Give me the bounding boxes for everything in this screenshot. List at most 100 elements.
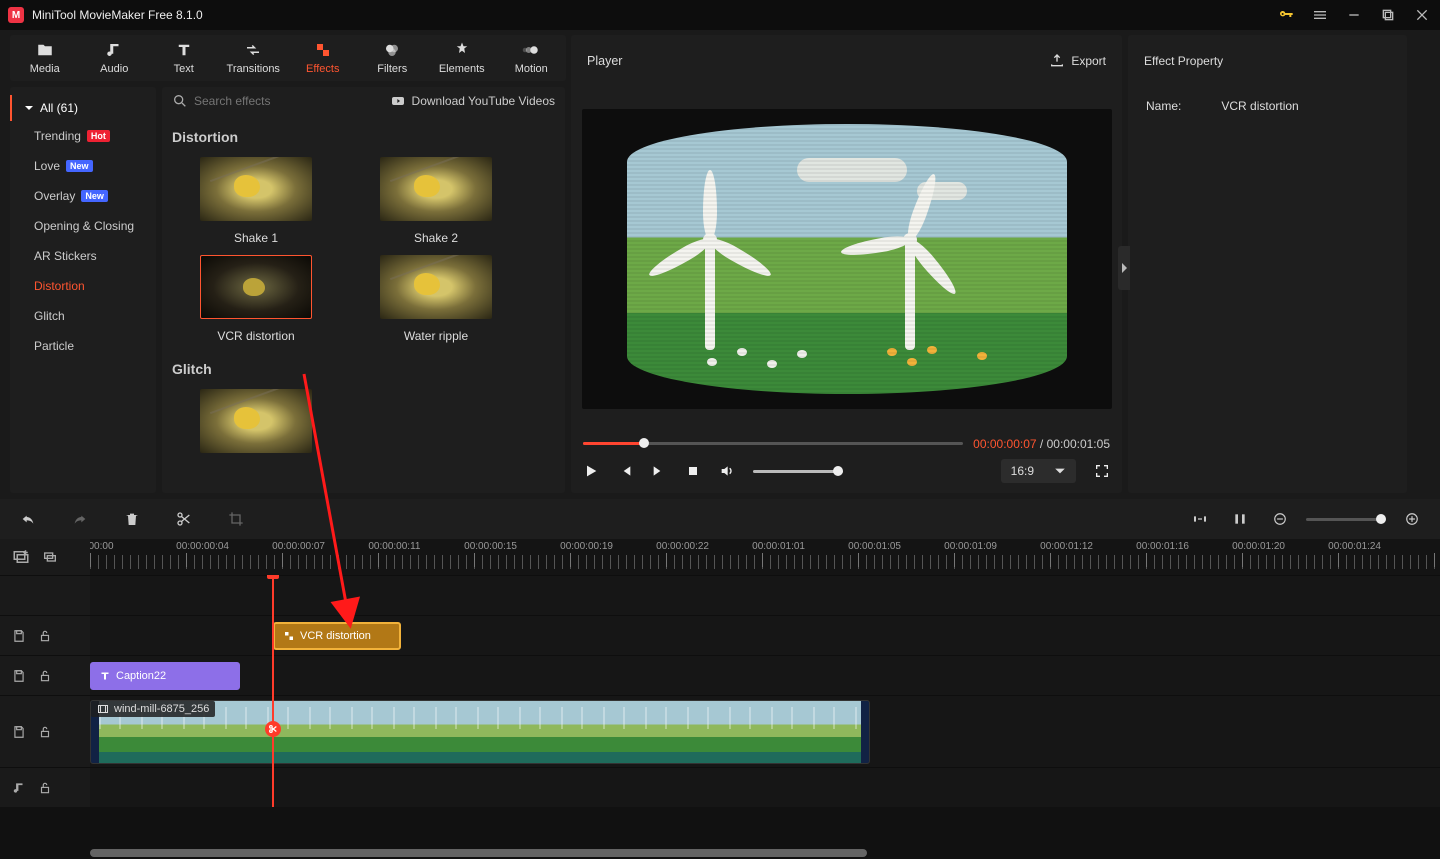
badge-new: New <box>66 160 93 172</box>
tab-motion[interactable]: Motion <box>497 41 567 75</box>
effect-thumb <box>200 255 312 319</box>
sidebar-all[interactable]: All (61) <box>10 95 156 121</box>
chevron-down-icon <box>1054 465 1066 477</box>
redo-button[interactable] <box>66 511 94 527</box>
save-icon[interactable] <box>12 669 26 683</box>
search-effects[interactable] <box>172 93 324 109</box>
video-clip-icon <box>97 703 109 715</box>
save-icon[interactable] <box>12 725 26 739</box>
effect-glitch-1[interactable] <box>196 389 316 453</box>
maximize-icon[interactable] <box>1378 7 1398 23</box>
playhead[interactable] <box>272 575 274 807</box>
sidebar-item-ar-stickers[interactable]: AR Stickers <box>10 241 156 271</box>
play-button[interactable] <box>583 463 599 479</box>
effect-shake-1[interactable]: Shake 1 <box>196 157 316 245</box>
tab-audio[interactable]: Audio <box>80 41 150 75</box>
app-title: MiniTool MovieMaker Free 8.1.0 <box>32 8 203 22</box>
tracks-body[interactable]: VCR distortion Caption22 wind-mill-6875_… <box>90 575 1440 807</box>
lock-icon[interactable] <box>38 669 52 683</box>
split-button[interactable] <box>170 511 198 527</box>
tab-text[interactable]: Text <box>149 41 219 75</box>
sidebar-item-glitch[interactable]: Glitch <box>10 301 156 331</box>
sidebar-item-trending[interactable]: Trending Hot <box>10 121 156 151</box>
progress-thumb[interactable] <box>639 438 649 448</box>
lock-icon[interactable] <box>38 725 52 739</box>
add-track-icon[interactable] <box>12 548 30 566</box>
tab-media[interactable]: Media <box>10 41 80 75</box>
undo-button[interactable] <box>14 511 42 527</box>
caption-track-head <box>0 655 90 695</box>
caption-track: Caption22 <box>90 655 1440 695</box>
text-icon <box>175 41 193 59</box>
export-button[interactable]: Export <box>1049 53 1106 69</box>
prev-frame-button[interactable] <box>617 463 633 479</box>
ruler-label: 00:00:01:01 <box>752 541 805 552</box>
effect-track-head <box>0 615 90 655</box>
youtube-icon <box>390 93 406 109</box>
sidebar-item-opening-closing[interactable]: Opening & Closing <box>10 211 156 241</box>
music-icon <box>105 41 123 59</box>
music-icon[interactable] <box>12 781 26 795</box>
folder-icon <box>36 41 54 59</box>
section-distortion: Distortion <box>172 121 555 157</box>
time-current: 00:00:00:07 <box>973 437 1036 451</box>
ruler-label: 00:00:00:22 <box>656 541 709 552</box>
next-frame-button[interactable] <box>651 463 667 479</box>
app-icon: M <box>8 7 24 23</box>
sidebar-item-distortion[interactable]: Distortion <box>10 271 156 301</box>
effect-thumb <box>200 157 312 221</box>
volume-slider[interactable] <box>753 470 843 473</box>
effect-clip[interactable]: VCR distortion <box>273 622 401 650</box>
download-youtube-link[interactable]: Download YouTube Videos <box>390 93 555 109</box>
caption-clip[interactable]: Caption22 <box>90 662 240 690</box>
sidebar-item-particle[interactable]: Particle <box>10 331 156 361</box>
badge-hot: Hot <box>87 130 110 142</box>
tab-filters[interactable]: Filters <box>358 41 428 75</box>
aspect-ratio-selector[interactable]: 16:9 <box>1001 459 1076 483</box>
delete-button[interactable] <box>118 511 146 527</box>
video-track: wind-mill-6875_256 <box>90 695 1440 767</box>
volume-button[interactable] <box>719 463 735 479</box>
tab-elements[interactable]: Elements <box>427 41 497 75</box>
timeline-ruler[interactable]: 00:0000:00:00:0400:00:00:0700:00:00:1100… <box>90 539 1440 575</box>
crop-button[interactable] <box>222 511 250 527</box>
stop-button[interactable] <box>685 463 701 479</box>
audio-track-head <box>0 767 90 807</box>
sidebar-item-love[interactable]: Love New <box>10 151 156 181</box>
video-clip[interactable]: wind-mill-6875_256 <box>90 700 870 764</box>
tab-transitions[interactable]: Transitions <box>219 41 289 75</box>
effect-shake-2[interactable]: Shake 2 <box>376 157 496 245</box>
effect-water-ripple[interactable]: Water ripple <box>376 255 496 343</box>
close-icon[interactable] <box>1412 7 1432 23</box>
snap-icon[interactable] <box>1226 511 1254 527</box>
key-icon[interactable] <box>1276 7 1296 23</box>
video-track-head <box>0 695 90 767</box>
zoom-in-button[interactable] <box>1398 512 1426 526</box>
ruler-label: 00:00:00:07 <box>272 541 325 552</box>
audio-track <box>90 767 1440 807</box>
effect-vcr-distortion[interactable]: VCR distortion <box>196 255 316 343</box>
ruler-label: 00:00:01:12 <box>1040 541 1093 552</box>
minimize-icon[interactable] <box>1344 7 1364 23</box>
sidebar-item-overlay[interactable]: Overlay New <box>10 181 156 211</box>
search-input[interactable] <box>194 94 324 108</box>
lock-icon[interactable] <box>38 629 52 643</box>
player-panel: Player Export <box>571 35 1122 493</box>
preview-canvas <box>582 109 1112 409</box>
property-name-label: Name: <box>1146 99 1181 113</box>
fullscreen-button[interactable] <box>1094 463 1110 479</box>
fit-width-icon[interactable] <box>1186 511 1214 527</box>
tab-effects[interactable]: Effects <box>288 41 358 75</box>
track-stack-icon[interactable] <box>42 549 58 565</box>
lock-icon[interactable] <box>38 781 52 795</box>
cut-badge-icon[interactable] <box>265 721 281 737</box>
section-glitch: Glitch <box>172 353 555 389</box>
collapse-right-panel[interactable] <box>1118 246 1130 290</box>
timeline-scrollbar[interactable] <box>90 849 1430 857</box>
zoom-slider[interactable] <box>1306 518 1386 521</box>
player-progress[interactable]: 00:00:00:07 / 00:00:01:05 <box>571 431 1122 453</box>
zoom-out-button[interactable] <box>1266 512 1294 526</box>
save-icon[interactable] <box>12 629 26 643</box>
top-tabs: Media Audio Text Transitions Effects Fil… <box>10 35 566 81</box>
menu-icon[interactable] <box>1310 7 1330 23</box>
